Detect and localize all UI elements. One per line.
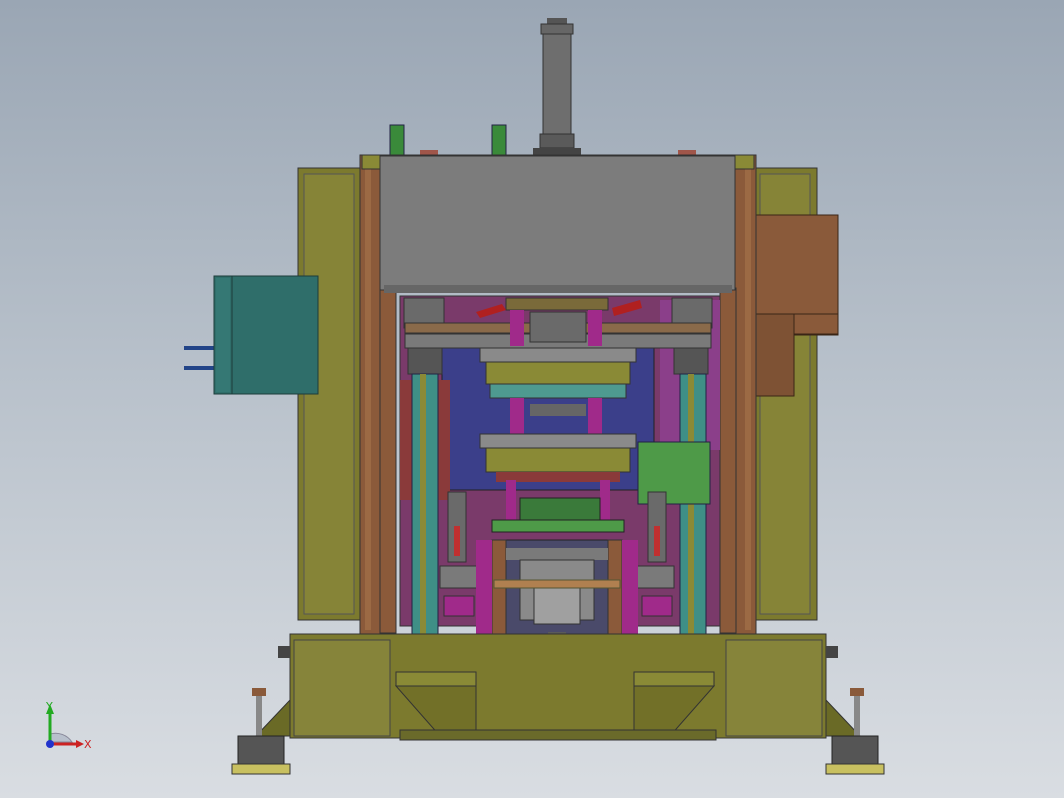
top-fitting-mid (491, 124, 507, 156)
machine-front-view: Y X (45, 18, 885, 775)
head-plate-lip (384, 285, 732, 293)
leveling-foot-right (825, 688, 885, 775)
top-fitting-left (389, 124, 405, 156)
triad-y-label: Y (45, 700, 53, 713)
electrical-cabinet (184, 275, 319, 395)
motor-box (749, 214, 839, 397)
upper-head-plate (379, 155, 736, 291)
machine-base (278, 633, 838, 741)
leveling-foot-left (231, 688, 291, 775)
cad-viewport[interactable]: Y X (0, 0, 1064, 798)
triad-x-label: X (84, 738, 92, 751)
top-air-cylinder (533, 18, 581, 156)
